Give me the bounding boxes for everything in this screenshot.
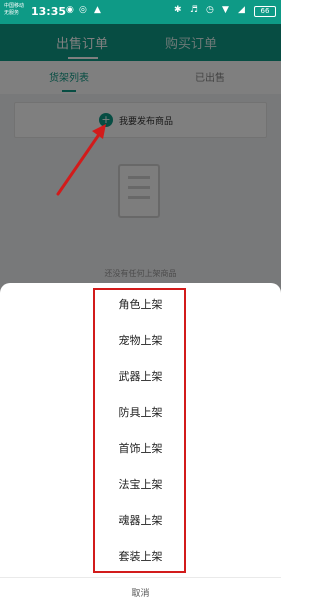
cancel-button[interactable]: 取消 (0, 578, 281, 610)
arrow-shaft (56, 131, 102, 196)
highlight-frame (93, 288, 186, 573)
